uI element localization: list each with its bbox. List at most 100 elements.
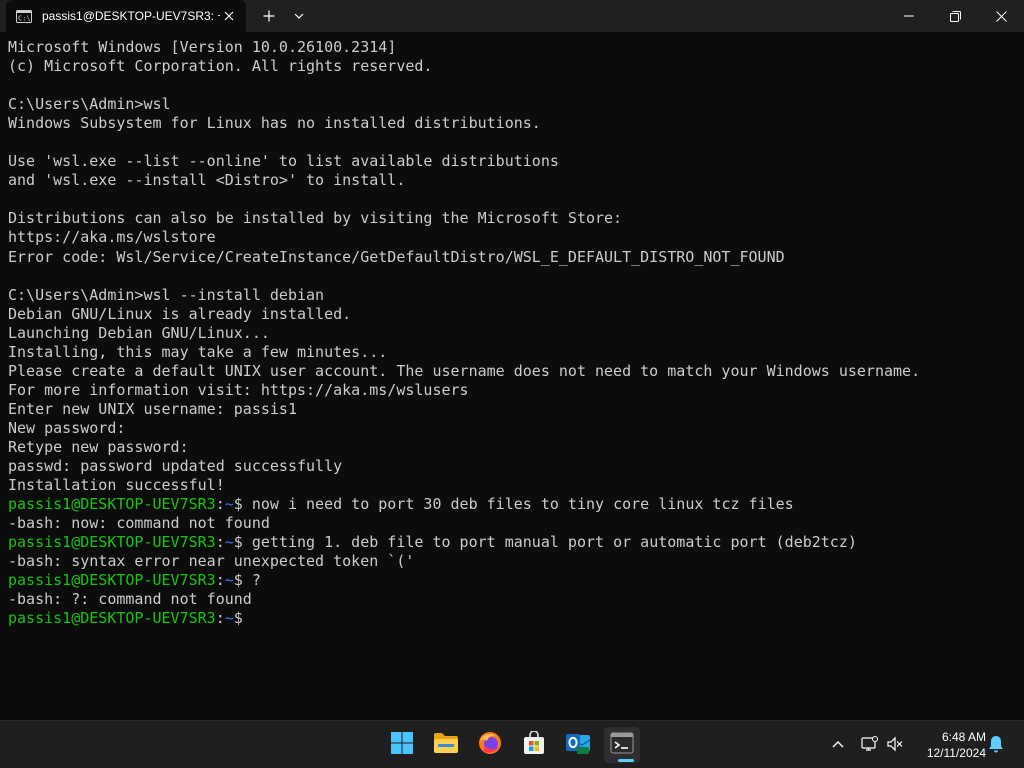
output-text: New password:: [8, 418, 126, 437]
firefox-icon: [478, 731, 502, 759]
output-text: Error code: Wsl/Service/CreateInstance/G…: [8, 247, 785, 266]
output-text: For more information visit: https://aka.…: [8, 380, 469, 399]
output-text: Installation successful!: [8, 476, 225, 495]
output-line: Use 'wsl.exe --list --online' to list av…: [8, 152, 1018, 171]
output-line: passwd: password updated successfully: [8, 457, 1018, 476]
prompt-line: passis1@DESKTOP-UEV7SR3:~$ now i need to…: [8, 495, 1018, 514]
output-text: Retype new password:: [8, 437, 189, 456]
command-text: now i need to port 30 deb files to tiny …: [242, 495, 794, 514]
output-line: Launching Debian GNU/Linux...: [8, 324, 1018, 343]
output-line: Error code: Wsl/Service/CreateInstance/G…: [8, 248, 1018, 267]
prompt-user: passis1@DESKTOP-UEV7SR3: [8, 495, 216, 514]
prompt-user: passis1@DESKTOP-UEV7SR3: [8, 609, 216, 628]
prompt-separator: :: [215, 495, 225, 514]
output-line: Installing, this may take a few minutes.…: [8, 343, 1018, 362]
clock-time: 6:48 AM: [941, 730, 986, 744]
output-text: https://aka.ms/wslstore: [8, 228, 216, 247]
title-bar: C:\ passis1@DESKTOP-UEV7SR3: ~: [0, 0, 1024, 32]
prompt-user: passis1@DESKTOP-UEV7SR3: [8, 571, 216, 590]
prompt-path: ~: [224, 533, 234, 552]
output-line: For more information visit: https://aka.…: [8, 381, 1018, 400]
prompt-separator: :: [215, 609, 225, 628]
output-line: (c) Microsoft Corporation. All rights re…: [8, 57, 1018, 76]
output-text: Launching Debian GNU/Linux...: [8, 323, 270, 342]
output-line: and 'wsl.exe --install <Distro>' to inst…: [8, 171, 1018, 190]
output-text: -bash: ?: command not found: [8, 590, 252, 609]
output-line: -bash: now: command not found: [8, 514, 1018, 533]
close-icon[interactable]: [220, 7, 238, 25]
prompt-line: passis1@DESKTOP-UEV7SR3:~$ ?: [8, 571, 1018, 590]
output-text: Please create a default UNIX user accoun…: [8, 361, 921, 380]
output-line: -bash: ?: command not found: [8, 590, 1018, 609]
output-line: Please create a default UNIX user accoun…: [8, 362, 1018, 381]
output-line: Installation successful!: [8, 476, 1018, 495]
active-app-indicator: [618, 759, 634, 762]
output-line: C:\Users\Admin>wsl: [8, 95, 1018, 114]
output-text: and 'wsl.exe --install <Distro>' to inst…: [8, 171, 406, 190]
minimize-icon[interactable]: [886, 0, 932, 32]
output-line: -bash: syntax error near unexpected toke…: [8, 552, 1018, 571]
prompt-separator: :: [215, 533, 225, 552]
prompt-path: ~: [224, 609, 234, 628]
terminal-button[interactable]: [604, 727, 640, 763]
start-button[interactable]: [384, 727, 420, 763]
output-text: -bash: syntax error near unexpected toke…: [8, 552, 415, 571]
terminal-icon: [610, 732, 634, 758]
output-text: Debian GNU/Linux is already installed.: [8, 304, 352, 323]
output-text: Installing, this may take a few minutes.…: [8, 342, 388, 361]
volume-muted-icon[interactable]: [884, 733, 906, 755]
output-line: https://aka.ms/wslstore: [8, 228, 1018, 247]
taskbar: 6:48 AM 12/11/2024: [0, 720, 1024, 768]
command-text: ?: [242, 571, 261, 590]
plus-icon[interactable]: [258, 6, 280, 26]
system-clock[interactable]: 6:48 AM 12/11/2024: [912, 729, 986, 761]
output-line: Distributions can also be installed by v…: [8, 209, 1018, 228]
outlook-icon: [565, 731, 591, 759]
chevron-up-icon[interactable]: [827, 733, 849, 755]
output-line: C:\Users\Admin>wsl --install debian: [8, 286, 1018, 305]
outlook-button[interactable]: [560, 727, 596, 763]
clock-date: 12/11/2024: [926, 746, 986, 760]
prompt-line: passis1@DESKTOP-UEV7SR3:~$ getting 1. de…: [8, 533, 1018, 552]
prompt-line: passis1@DESKTOP-UEV7SR3:~$: [8, 609, 1018, 628]
output-text: Microsoft Windows [Version 10.0.26100.23…: [8, 38, 397, 56]
tab-title: passis1@DESKTOP-UEV7SR3: ~: [42, 9, 220, 23]
output-line: Microsoft Windows [Version 10.0.26100.23…: [8, 38, 1018, 57]
store-icon: [522, 730, 546, 759]
prompt-symbol: $: [233, 495, 243, 514]
svg-text:C:\: C:\: [18, 14, 31, 22]
output-text: Enter new UNIX username: passis1: [8, 399, 297, 418]
output-text: -bash: now: command not found: [8, 514, 270, 533]
windows-logo-icon: [390, 731, 414, 759]
output-line: New password:: [8, 419, 1018, 438]
prompt-symbol: $: [233, 533, 243, 552]
folder-icon: [433, 732, 459, 758]
output-line: Windows Subsystem for Linux has no insta…: [8, 114, 1018, 133]
network-icon[interactable]: [858, 733, 880, 755]
command-text: getting 1. deb file to port manual port …: [242, 533, 857, 552]
terminal-tab[interactable]: C:\ passis1@DESKTOP-UEV7SR3: ~: [6, 0, 246, 32]
prompt-path: ~: [224, 571, 234, 590]
terminal-tab-icon: C:\: [16, 9, 32, 23]
output-text: Use 'wsl.exe --list --online' to list av…: [8, 152, 559, 171]
firefox-button[interactable]: [472, 727, 508, 763]
maximize-icon[interactable]: [932, 0, 978, 32]
output-text: passwd: password updated successfully: [8, 457, 343, 476]
chevron-down-icon[interactable]: [288, 6, 310, 26]
prompt-symbol: $: [233, 571, 243, 590]
prompt-path: ~: [224, 495, 234, 514]
output-text: Distributions can also be installed by v…: [8, 209, 623, 228]
prompt-separator: :: [215, 571, 225, 590]
notification-bell-icon[interactable]: [985, 733, 1007, 755]
microsoft-store-button[interactable]: [516, 727, 552, 763]
file-explorer-button[interactable]: [428, 727, 464, 763]
output-text: C:\Users\Admin>wsl --install debian: [8, 285, 325, 304]
output-text: (c) Microsoft Corporation. All rights re…: [8, 57, 433, 76]
output-line: Retype new password:: [8, 438, 1018, 457]
terminal-output[interactable]: Microsoft Windows [Version 10.0.26100.23…: [8, 38, 1018, 718]
close-icon[interactable]: [978, 0, 1024, 32]
prompt-user: passis1@DESKTOP-UEV7SR3: [8, 533, 216, 552]
